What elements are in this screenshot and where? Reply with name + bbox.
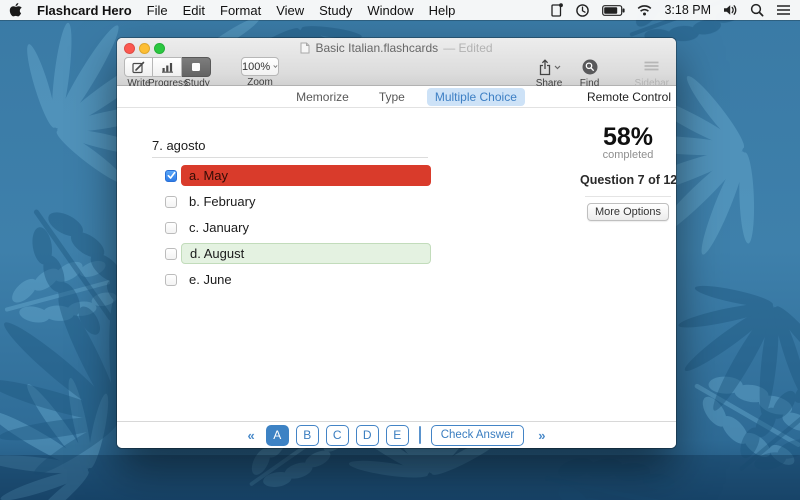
nav-divider	[418, 426, 421, 444]
menu-file[interactable]: File	[147, 3, 168, 18]
completed-label: completed	[602, 149, 654, 161]
question-block: 7. agosto a. May b. February c. January …	[152, 138, 434, 295]
share-button[interactable]	[536, 57, 563, 77]
menu-study[interactable]: Study	[319, 3, 352, 18]
check-answer-button[interactable]: Check Answer	[430, 424, 525, 446]
percent-completed: 58%	[602, 123, 654, 151]
sidebar-toggle-button[interactable]	[641, 57, 662, 77]
option-label-wrong: a. May	[181, 165, 431, 186]
battery-icon[interactable]	[602, 4, 626, 16]
nav-letter-e[interactable]: E	[385, 424, 409, 446]
minimize-button[interactable]	[139, 43, 150, 54]
window-title: Basic Italian.flashcards	[315, 41, 439, 55]
flashcard-hero-window: Basic Italian.flashcards — Edited Write …	[117, 38, 676, 448]
toolbar: Write Progress Study 100% Zoom Share Fin…	[117, 55, 676, 89]
menu-bar: Flashcard Hero File Edit Format View Stu…	[0, 0, 800, 20]
zoom-value: 100%	[242, 60, 271, 73]
clock-time[interactable]: 3:18 PM	[664, 3, 711, 17]
checkbox-check-icon	[167, 171, 175, 179]
share-icon	[539, 58, 550, 75]
nav-letter-a[interactable]: A	[265, 424, 289, 446]
answer-option-b[interactable]: b. February	[152, 191, 434, 212]
progress-panel: 58% completed Question 7 of 12 More Opti…	[580, 123, 676, 221]
question-divider	[152, 157, 428, 158]
question-text: 7. agosto	[152, 138, 206, 153]
close-button[interactable]	[124, 43, 135, 54]
progress-bars-icon	[161, 63, 173, 73]
stats-divider	[585, 196, 671, 197]
find-magnifier-icon	[582, 59, 598, 75]
study-mode-button[interactable]	[182, 57, 211, 77]
time-machine-icon[interactable]	[575, 3, 590, 18]
quiz-content: 7. agosto a. May b. February c. January …	[117, 108, 676, 421]
answer-option-a[interactable]: a. May	[152, 165, 434, 186]
tab-multiple-choice[interactable]: Multiple Choice	[426, 87, 525, 106]
checkbox-unchecked[interactable]	[165, 247, 177, 260]
study-card-icon	[192, 63, 200, 71]
document-icon	[300, 42, 310, 54]
option-label: b. February	[189, 194, 256, 209]
option-label-correct: d. August	[181, 243, 431, 264]
answer-option-d[interactable]: d. August	[152, 243, 434, 264]
write-mode-button[interactable]	[124, 57, 153, 77]
find-button[interactable]	[580, 57, 600, 77]
more-options-button[interactable]: More Options	[586, 203, 670, 221]
answer-option-c[interactable]: c. January	[152, 217, 434, 238]
window-controls	[124, 43, 165, 54]
checkbox-unchecked[interactable]	[165, 195, 177, 208]
nav-letter-b[interactable]: B	[295, 424, 319, 446]
answer-option-e[interactable]: e. June	[152, 269, 434, 290]
progress-mode-button[interactable]	[153, 57, 182, 77]
zoom-dropdown[interactable]: 100%	[241, 57, 279, 76]
nav-letter-c[interactable]: C	[325, 424, 349, 446]
study-mode-tabbar: Memorize Type Multiple Choice Remote Con…	[117, 86, 676, 108]
checkbox-unchecked[interactable]	[165, 221, 177, 234]
tab-memorize[interactable]: Memorize	[288, 88, 357, 106]
sidebar-lines-icon	[644, 61, 659, 71]
chevron-down-icon	[554, 65, 560, 69]
checkbox-unchecked[interactable]	[165, 273, 177, 286]
document-status-icon[interactable]	[551, 3, 564, 17]
answer-nav-bar: « A B C D E Check Answer »	[117, 421, 676, 448]
next-question-button[interactable]: »	[538, 428, 545, 443]
menu-format[interactable]: Format	[220, 3, 261, 18]
write-compose-icon	[132, 61, 145, 73]
fullscreen-button[interactable]	[154, 43, 165, 54]
chevron-down-icon	[273, 65, 278, 68]
notification-center-icon[interactable]	[776, 4, 791, 16]
prev-question-button[interactable]: «	[248, 428, 255, 443]
volume-icon[interactable]	[723, 4, 738, 16]
menu-app-name[interactable]: Flashcard Hero	[37, 3, 132, 18]
spotlight-search-icon[interactable]	[750, 3, 764, 17]
apple-menu[interactable]	[9, 2, 22, 18]
wifi-icon[interactable]	[637, 4, 652, 16]
menu-help[interactable]: Help	[429, 3, 456, 18]
window-titlebar: Basic Italian.flashcards — Edited Write …	[117, 38, 676, 89]
question-counter: Question 7 of 12	[580, 173, 676, 187]
checkbox-checked[interactable]	[165, 169, 177, 182]
option-label: c. January	[189, 220, 249, 235]
menu-window[interactable]: Window	[367, 3, 413, 18]
option-label: e. June	[189, 272, 232, 287]
tab-type[interactable]: Type	[371, 88, 413, 106]
answer-options: a. May b. February c. January d. August	[152, 165, 434, 290]
menu-edit[interactable]: Edit	[183, 3, 205, 18]
menu-view[interactable]: View	[276, 3, 304, 18]
window-edited-label: — Edited	[443, 41, 493, 55]
remote-control-link[interactable]: Remote Control	[587, 86, 671, 107]
apple-logo-icon	[9, 2, 22, 16]
nav-letter-d[interactable]: D	[355, 424, 379, 446]
